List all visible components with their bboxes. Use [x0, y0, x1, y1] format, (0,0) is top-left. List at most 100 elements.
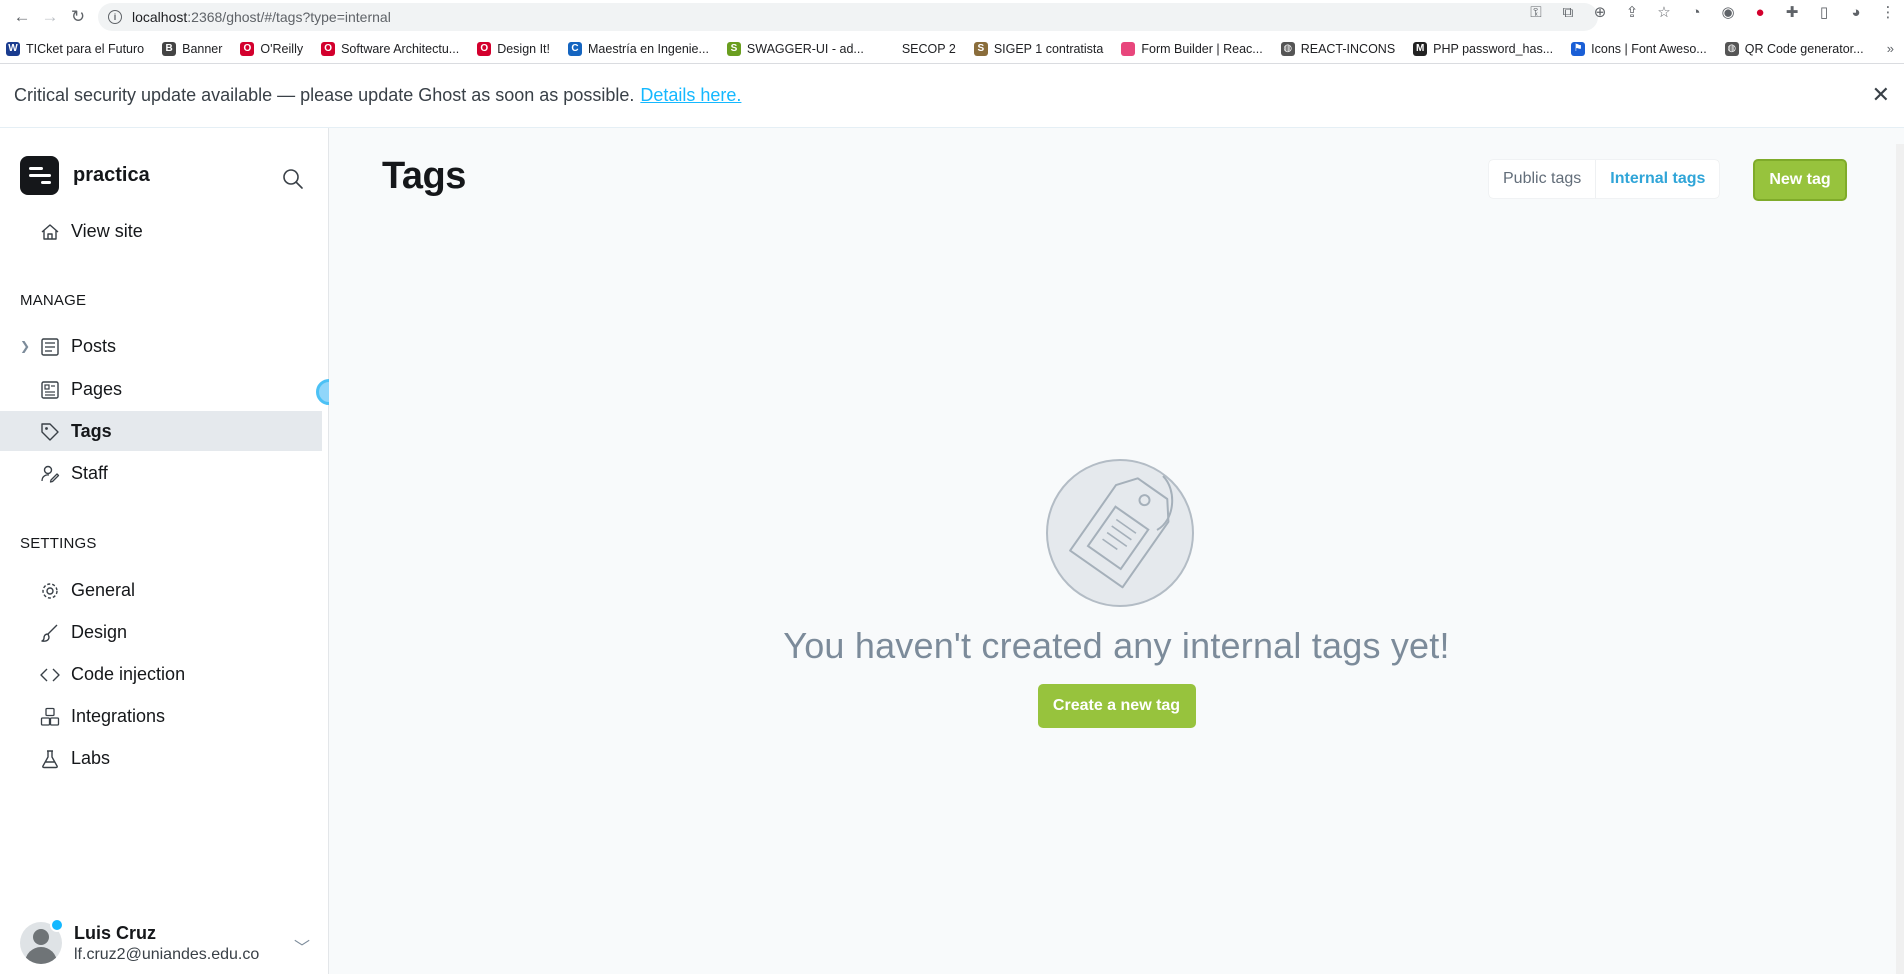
- user-name: Luis Cruz: [74, 922, 157, 943]
- bookmark-favicon-icon: M: [1413, 41, 1428, 56]
- bookmark-item[interactable]: Form Builder | Reac...: [1121, 41, 1263, 56]
- scrollbar[interactable]: [1896, 144, 1904, 974]
- empty-state-message: You haven't created any internal tags ye…: [783, 625, 1450, 666]
- bookmark-label: SECOP 2: [901, 41, 956, 56]
- profile-avatar-icon[interactable]: ◕: [1840, 4, 1872, 21]
- bookmark-label: Banner: [182, 41, 223, 56]
- bookmark-label: QR Code generator...: [1744, 41, 1864, 56]
- bookmark-label: Form Builder | Reac...: [1141, 41, 1263, 56]
- page-title: Tags: [382, 155, 466, 197]
- brand[interactable]: practica: [0, 128, 328, 198]
- browser-actions: ⚿ ⧉ ⊕ ⇪ ☆ ◔ ◉ ● ✚ ▯ ◕ ⋮: [1520, 3, 1904, 22]
- chevron-down-icon[interactable]: ﹀: [294, 934, 310, 958]
- sidebar-item-integrations[interactable]: Integrations: [0, 696, 322, 736]
- bookmark-label: SIGEP 1 contratista: [993, 41, 1104, 56]
- bookmark-item[interactable]: SECOP 2: [881, 41, 956, 56]
- brush-icon: [41, 624, 58, 642]
- key-icon[interactable]: ⚿: [1520, 4, 1552, 21]
- sidebar-item-code-injection[interactable]: Code injection: [0, 654, 322, 694]
- tab-public-tags[interactable]: Public tags: [1489, 160, 1595, 198]
- extension-icon[interactable]: ●: [1744, 4, 1776, 21]
- bookmark-star-icon[interactable]: ☆: [1648, 3, 1680, 21]
- tag-type-tabs: Public tags Internal tags: [1489, 160, 1720, 198]
- bookmark-favicon-icon: O: [240, 41, 255, 56]
- bookmark-label: Maestría en Ingenie...: [588, 41, 709, 56]
- posts-icon: [41, 338, 59, 356]
- flask-icon: [42, 750, 58, 769]
- bookmark-item[interactable]: O Design It!: [477, 41, 550, 56]
- sidebar-item-general[interactable]: General: [0, 570, 322, 610]
- sidebar-item-label: Labs: [71, 747, 111, 768]
- chevron-right-icon[interactable]: ❯: [20, 339, 30, 353]
- bookmark-item[interactable]: ◍ REACT-INCONS: [1280, 41, 1396, 56]
- bookmark-item[interactable]: S SWAGGER-UI - ad...: [726, 41, 864, 56]
- banner-details-link[interactable]: Details here.: [640, 85, 741, 106]
- notification-dot: [50, 918, 64, 932]
- zoom-icon[interactable]: ⊕: [1584, 3, 1616, 21]
- tab-internal-tags[interactable]: Internal tags: [1595, 160, 1719, 198]
- forward-icon[interactable]: →: [36, 3, 64, 31]
- bookmark-label: Icons | Font Aweso...: [1591, 41, 1707, 56]
- share-icon[interactable]: ⇪: [1616, 3, 1648, 21]
- bookmark-label: REACT-INCONS: [1300, 41, 1396, 56]
- extension-icon[interactable]: ◔: [1680, 4, 1712, 21]
- menu-dots-icon[interactable]: ⋮: [1872, 3, 1904, 21]
- bookmark-label: Software Architectu...: [341, 41, 460, 56]
- bookmark-favicon-icon: ⚑: [1571, 41, 1586, 56]
- bookmark-item[interactable]: ◍ QR Code generator...: [1724, 41, 1864, 56]
- sidebar-item-label: Integrations: [71, 705, 166, 726]
- bookmark-item[interactable]: C Maestría en Ingenie...: [568, 41, 709, 56]
- code-icon: [40, 668, 60, 682]
- bookmark-item[interactable]: ⚑ Icons | Font Aweso...: [1571, 41, 1707, 56]
- sidepanel-icon[interactable]: ▯: [1808, 3, 1840, 21]
- bookmark-favicon-icon: [1121, 41, 1136, 56]
- new-tag-button[interactable]: New tag: [1753, 159, 1847, 201]
- bookmark-item[interactable]: W TICket para el Futuro: [6, 41, 145, 56]
- bookmark-item[interactable]: O O'Reilly: [240, 41, 304, 56]
- bookmark-label: O'Reilly: [260, 41, 304, 56]
- gear-icon: [42, 583, 58, 599]
- create-new-tag-button[interactable]: Create a new tag: [1037, 684, 1196, 728]
- url-path: :2368/ghost/#/tags?type=internal: [187, 9, 391, 25]
- sidebar-item-view-site[interactable]: View site: [0, 211, 322, 251]
- search-icon[interactable]: [282, 168, 304, 190]
- browser-toolbar: ← → ↻ i localhost:2368/ghost/#/tags?type…: [0, 0, 1904, 34]
- extension-icon[interactable]: ◉: [1712, 3, 1744, 21]
- translate-icon[interactable]: ⧉: [1552, 4, 1584, 21]
- bookmarks-overflow-icon[interactable]: »: [1887, 41, 1894, 56]
- bookmark-item[interactable]: M PHP password_has...: [1413, 41, 1554, 56]
- site-info-icon[interactable]: i: [108, 10, 122, 24]
- sidebar-item-design[interactable]: Design: [0, 612, 322, 652]
- sidebar-item-staff[interactable]: Staff: [0, 453, 322, 493]
- address-bar[interactable]: i localhost:2368/ghost/#/tags?type=inter…: [98, 3, 1598, 31]
- sidebar-item-label: Code injection: [71, 663, 186, 684]
- bookmark-favicon-icon: O: [321, 41, 336, 56]
- sidebar-item-tags[interactable]: Tags: [0, 411, 322, 451]
- sidebar-item-label: Pages: [71, 378, 123, 399]
- back-icon[interactable]: ←: [8, 3, 36, 31]
- bookmark-label: PHP password_has...: [1433, 41, 1554, 56]
- sidebar-item-label: Staff: [71, 462, 108, 483]
- security-banner: Critical security update available — ple…: [0, 64, 1904, 128]
- sidebar-item-posts[interactable]: ❯ Posts: [0, 326, 322, 366]
- puzzle-icon[interactable]: ✚: [1776, 3, 1808, 21]
- sidebar-item-label: Tags: [71, 420, 112, 441]
- sidebar-item-labs[interactable]: Labs: [0, 738, 322, 778]
- bookmark-item[interactable]: B Banner: [162, 41, 223, 56]
- close-icon[interactable]: ✕: [1872, 84, 1890, 106]
- reload-icon[interactable]: ↻: [64, 3, 92, 31]
- bookmark-label: TICket para el Futuro: [26, 41, 145, 56]
- sidebar-item-pages[interactable]: Pages: [0, 369, 322, 409]
- user-menu[interactable]: Luis Cruz lf.cruz2@uniandes.edu.co ﹀: [20, 918, 310, 964]
- bookmarks-bar: W TICket para el Futuro B Banner O O'Reilly O S…: [0, 34, 1904, 64]
- sidebar-item-label: View site: [71, 220, 143, 241]
- bookmark-item[interactable]: O Software Architectu...: [321, 41, 460, 56]
- bookmark-item[interactable]: S SIGEP 1 contratista: [973, 41, 1104, 56]
- empty-state: You haven't created any internal tags ye…: [329, 458, 1904, 728]
- sidebar-item-label: Design: [71, 621, 128, 642]
- url-host: localhost: [132, 9, 188, 25]
- bookmark-favicon-icon: [881, 41, 896, 56]
- bookmark-label: SWAGGER-UI - ad...: [746, 41, 864, 56]
- avatar: [20, 918, 64, 964]
- site-logo-icon: [20, 155, 59, 195]
